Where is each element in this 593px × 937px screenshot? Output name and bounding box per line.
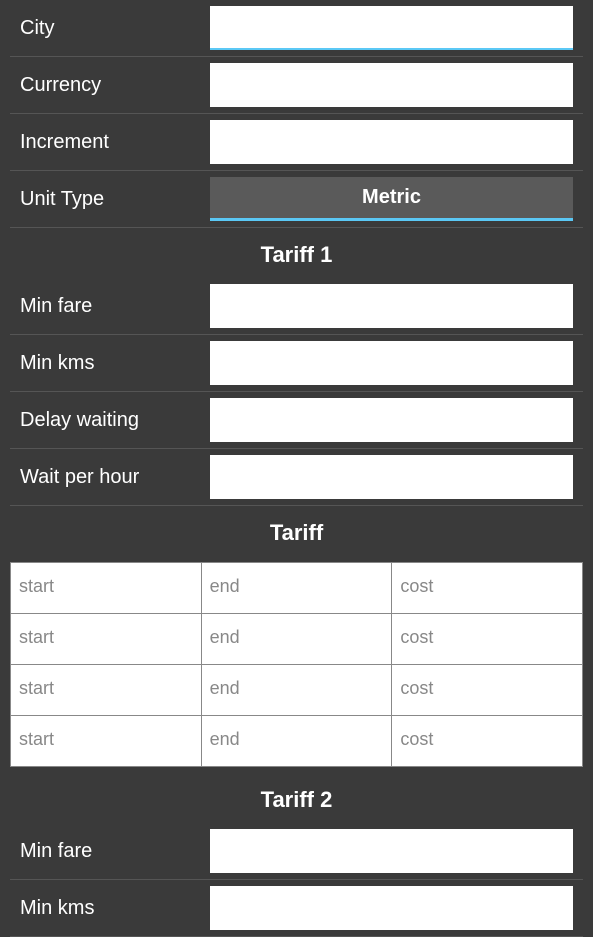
unit-type-button[interactable]: Metric [210, 177, 573, 221]
tariff-row2-cost[interactable] [392, 614, 582, 664]
tariff-row2-start[interactable] [11, 614, 201, 664]
unit-type-label: Unit Type [20, 188, 210, 211]
increment-label: Increment [20, 131, 210, 154]
table-row [11, 563, 583, 614]
tariff-row4-start[interactable] [11, 716, 201, 766]
tariff-row1-cost[interactable] [392, 563, 582, 613]
min-kms-input[interactable] [210, 341, 573, 385]
increment-input[interactable] [210, 120, 573, 164]
wait-per-hour-row: Wait per hour [10, 449, 583, 506]
min-fare-label: Min fare [20, 295, 210, 318]
tariff-row3-start[interactable] [11, 665, 201, 715]
tariff-row4-cost[interactable] [392, 716, 582, 766]
wait-per-hour-input[interactable] [210, 455, 573, 499]
tariff2-title: Tariff 2 [10, 773, 583, 823]
city-row: City [10, 0, 583, 57]
tariff-table [10, 562, 583, 767]
table-row [11, 716, 583, 767]
delay-waiting-label: Delay waiting [20, 409, 210, 432]
table-row [11, 665, 583, 716]
unit-type-row: Unit Type Metric [10, 171, 583, 228]
currency-input[interactable] [210, 63, 573, 107]
min-fare2-row: Min fare [10, 823, 583, 880]
tariff-row3-end[interactable] [202, 665, 392, 715]
currency-label: Currency [20, 74, 210, 97]
currency-row: Currency [10, 57, 583, 114]
delay-waiting-input[interactable] [210, 398, 573, 442]
table-row [11, 614, 583, 665]
min-kms-label: Min kms [20, 352, 210, 375]
main-form: City Currency Increment Unit Type Metric… [0, 0, 593, 937]
tariff-row3-cost[interactable] [392, 665, 582, 715]
tariff-title: Tariff [10, 506, 583, 556]
delay-waiting-row: Delay waiting [10, 392, 583, 449]
min-fare-row: Min fare [10, 278, 583, 335]
min-fare2-label: Min fare [20, 840, 210, 863]
min-kms-row: Min kms [10, 335, 583, 392]
min-kms2-input[interactable] [210, 886, 573, 930]
wait-per-hour-label: Wait per hour [20, 466, 210, 489]
city-label: City [20, 17, 210, 40]
min-fare-input[interactable] [210, 284, 573, 328]
city-input[interactable] [210, 6, 573, 50]
tariff1-title: Tariff 1 [10, 228, 583, 278]
tariff-row1-end[interactable] [202, 563, 392, 613]
tariff-row2-end[interactable] [202, 614, 392, 664]
min-kms2-row: Min kms [10, 880, 583, 937]
tariff-row4-end[interactable] [202, 716, 392, 766]
increment-row: Increment [10, 114, 583, 171]
min-fare2-input[interactable] [210, 829, 573, 873]
tariff-row1-start[interactable] [11, 563, 201, 613]
